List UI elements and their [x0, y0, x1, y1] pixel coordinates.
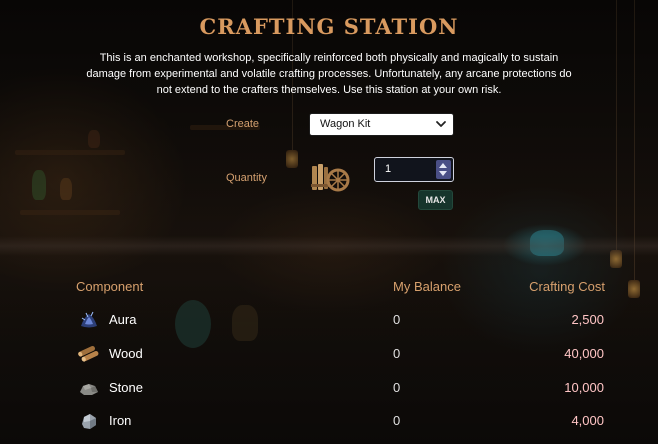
iron-icon	[82, 414, 96, 429]
table-row: Stone 0 10,000	[0, 375, 658, 405]
component-cost: 2,500	[571, 312, 604, 327]
header-component: Component	[76, 279, 144, 294]
stepper-up-icon[interactable]	[439, 163, 447, 168]
component-balance: 0	[393, 380, 401, 395]
component-balance: 0	[393, 312, 401, 327]
quantity-value: 1	[385, 163, 392, 175]
aura-icon	[81, 311, 97, 328]
component-name: Iron	[109, 413, 132, 428]
wagon-kit-icon	[311, 164, 350, 192]
component-cost: 40,000	[564, 346, 604, 361]
component-balance: 0	[393, 346, 401, 361]
stepper-down-icon[interactable]	[439, 171, 447, 176]
component-balance: 0	[393, 413, 401, 428]
header-cost: Crafting Cost	[529, 279, 605, 294]
quantity-label: Quantity	[226, 172, 267, 184]
create-select[interactable]: Wagon Kit	[309, 113, 454, 136]
component-cost: 10,000	[564, 380, 604, 395]
stone-icon	[80, 384, 98, 395]
component-name: Aura	[109, 312, 137, 327]
table-row: Aura 0 2,500	[0, 307, 658, 337]
crafting-panel: CRAFTING STATION This is an enchanted wo…	[0, 0, 658, 444]
component-name: Wood	[109, 346, 143, 361]
create-label: Create	[226, 118, 260, 130]
table-row: Wood 0 40,000	[0, 341, 658, 371]
component-cost: 4,000	[571, 413, 604, 428]
create-select-value: Wagon Kit	[320, 118, 371, 130]
chevron-down-icon	[436, 121, 446, 127]
page-title: CRAFTING STATION	[199, 14, 459, 39]
station-description: This is an enchanted workshop, specifica…	[86, 52, 572, 96]
header-balance: My Balance	[393, 279, 461, 294]
quantity-stepper[interactable]	[436, 160, 451, 179]
component-name: Stone	[109, 380, 143, 395]
max-button[interactable]: MAX	[418, 190, 453, 210]
quantity-input[interactable]: 1	[374, 157, 454, 182]
table-row: Iron 0 4,000	[0, 408, 658, 438]
wood-icon	[78, 346, 99, 362]
